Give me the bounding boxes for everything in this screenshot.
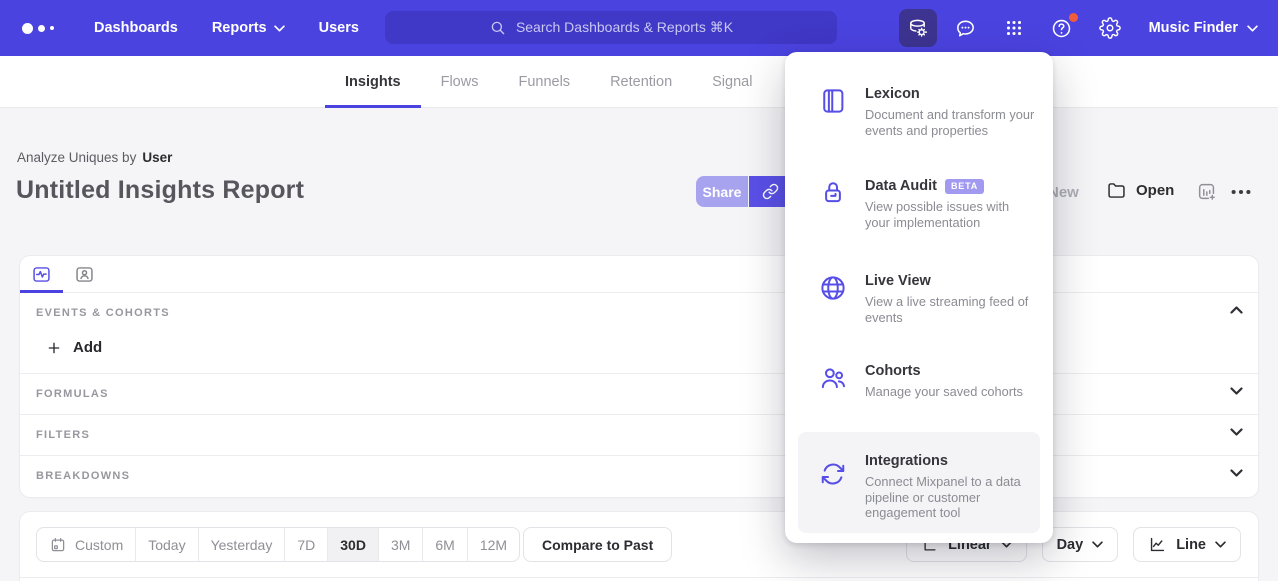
date-range-segmented-control: Custom Today Yesterday 7D 30D 3M 6M 12M <box>36 527 520 562</box>
more-options-icon[interactable] <box>1229 183 1253 201</box>
menu-item-cohorts[interactable]: Cohorts Manage your saved cohorts <box>785 363 1053 427</box>
menu-item-live-view[interactable]: Live View View a live streaming feed of … <box>785 273 1053 361</box>
menu-item-lexicon[interactable]: Lexicon Document and transform your even… <box>785 86 1053 176</box>
date-range-today[interactable]: Today <box>136 528 198 561</box>
chevron-down-icon <box>274 25 285 32</box>
breakdowns-section[interactable]: BREAKDOWNS <box>20 455 1258 496</box>
tab-retention[interactable]: Retention <box>590 56 692 108</box>
builder-view-tabs <box>20 256 1258 293</box>
plus-icon <box>46 340 62 356</box>
interval-dropdown[interactable]: Day <box>1042 527 1119 562</box>
chevron-down-icon <box>1215 541 1226 548</box>
pulse-chart-icon <box>30 264 53 285</box>
mixpanel-logo-icon[interactable] <box>22 23 68 34</box>
report-tab-bar: Insights Flows Funnels Retention Signal … <box>0 56 1278 108</box>
topnav-right-group: Music Finder <box>899 0 1278 56</box>
filters-section[interactable]: FILTERS <box>20 414 1258 455</box>
chevron-up-icon[interactable] <box>1230 306 1243 314</box>
line-chart-icon <box>1148 535 1167 554</box>
top-navigation-bar: Dashboards Reports Users Search Dashboar… <box>0 0 1278 56</box>
project-switcher[interactable]: Music Finder <box>1149 20 1258 36</box>
user-card-icon <box>73 264 96 285</box>
nav-item-reports[interactable]: Reports <box>212 20 285 36</box>
events-cohorts-label: EVENTS & COHORTS <box>36 307 170 319</box>
chevron-down-icon[interactable] <box>1230 428 1243 436</box>
date-range-3m[interactable]: 3M <box>379 528 423 561</box>
search-icon <box>489 19 507 37</box>
date-range-7d[interactable]: 7D <box>285 528 328 561</box>
menu-item-integrations[interactable]: Integrations Connect Mixpanel to a data … <box>785 453 1053 545</box>
add-label: Add <box>73 339 102 356</box>
settings-gear-icon[interactable] <box>1091 9 1129 47</box>
cohorts-people-icon <box>818 363 848 393</box>
nav-item-dashboards[interactable]: Dashboards <box>94 20 178 36</box>
date-range-yesterday[interactable]: Yesterday <box>199 528 286 561</box>
share-button[interactable]: Share <box>696 176 748 207</box>
beta-badge: BETA <box>945 179 984 194</box>
profiles-tab[interactable] <box>63 256 106 292</box>
nav-item-users[interactable]: Users <box>319 20 359 36</box>
chevron-down-icon <box>1092 541 1103 548</box>
compare-to-past-button[interactable]: Compare to Past <box>523 527 672 562</box>
link-icon <box>762 183 779 200</box>
chevron-down-icon[interactable] <box>1230 469 1243 477</box>
feedback-chat-icon[interactable] <box>947 9 985 47</box>
filters-label: FILTERS <box>36 429 90 441</box>
date-range-12m[interactable]: 12M <box>468 528 519 561</box>
chevron-down-icon[interactable] <box>1230 387 1243 395</box>
calendar-icon <box>49 536 67 554</box>
chevron-down-icon <box>1247 25 1258 32</box>
query-builder-card: EVENTS & COHORTS Add FORMULAS FILTERS BR… <box>20 256 1258 497</box>
tab-insights[interactable]: Insights <box>325 56 421 108</box>
open-label: Open <box>1136 182 1174 199</box>
tab-flows[interactable]: Flows <box>421 56 499 108</box>
data-management-menu: Lexicon Document and transform your even… <box>785 52 1053 543</box>
breakdowns-label: BREAKDOWNS <box>36 470 130 482</box>
date-range-30d[interactable]: 30D <box>328 528 379 561</box>
live-view-globe-icon <box>818 273 848 303</box>
app-window: Dashboards Reports Users Search Dashboar… <box>0 0 1278 581</box>
help-icon[interactable] <box>1043 9 1081 47</box>
date-range-custom[interactable]: Custom <box>37 528 136 561</box>
open-report-button[interactable]: Open <box>1106 180 1174 201</box>
chart-toolbar-card: Custom Today Yesterday 7D 30D 3M 6M 12M … <box>20 512 1258 581</box>
events-cohorts-section: EVENTS & COHORTS Add <box>20 293 1258 373</box>
tab-funnels[interactable]: Funnels <box>498 56 590 108</box>
notification-dot <box>1069 13 1078 22</box>
date-range-6m[interactable]: 6M <box>423 528 467 561</box>
formulas-section[interactable]: FORMULAS <box>20 373 1258 414</box>
lexicon-book-icon <box>818 86 848 116</box>
primary-nav: Dashboards Reports Users <box>94 20 359 36</box>
project-name: Music Finder <box>1149 20 1238 36</box>
apps-grid-icon[interactable] <box>995 9 1033 47</box>
data-audit-lock-icon <box>818 178 848 208</box>
tab-signal[interactable]: Signal <box>692 56 772 108</box>
menu-item-data-audit[interactable]: Data Audit BETA View possible issues wit… <box>785 178 1053 270</box>
chart-toolbar: Custom Today Yesterday 7D 30D 3M 6M 12M … <box>20 512 1258 578</box>
chart-type-dropdown[interactable]: Line <box>1133 527 1241 562</box>
integrations-sync-icon <box>818 459 848 489</box>
analyze-uniques-selector[interactable]: Analyze Uniques byUser <box>17 150 172 165</box>
search-placeholder: Search Dashboards & Reports ⌘K <box>516 19 733 36</box>
add-event-button[interactable]: Add <box>46 339 102 356</box>
report-title[interactable]: Untitled Insights Report <box>16 176 304 205</box>
folder-icon <box>1106 180 1127 201</box>
analyze-value: User <box>142 150 172 165</box>
search-input[interactable]: Search Dashboards & Reports ⌘K <box>385 11 837 44</box>
insights-chart-tab[interactable] <box>20 256 63 292</box>
add-to-board-icon[interactable] <box>1196 181 1218 203</box>
report-tabs: Insights Flows Funnels Retention Signal … <box>325 56 856 108</box>
data-management-icon[interactable] <box>899 9 937 47</box>
formulas-label: FORMULAS <box>36 388 109 400</box>
share-split-button: Share <box>696 176 792 207</box>
